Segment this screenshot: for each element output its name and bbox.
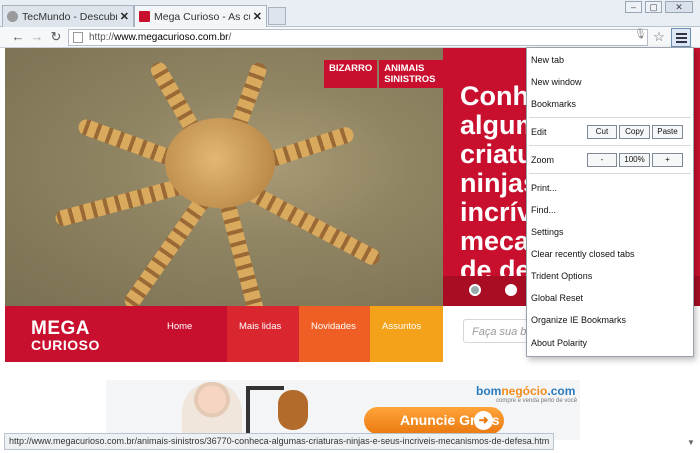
menu-zoom-label: Zoom — [531, 155, 555, 165]
menu-bar-icon — [676, 41, 687, 43]
menu-item-organize-ie-bookmarks[interactable]: Organize IE Bookmarks — [531, 313, 626, 327]
ad-brand-a: bom — [476, 384, 502, 398]
menu-item-global-reset[interactable]: Global Reset — [531, 291, 583, 305]
zoom-level: 100% — [619, 153, 650, 167]
browser-menu: New tab New window Bookmarks Edit Cut Co… — [526, 47, 694, 357]
menu-button[interactable] — [671, 28, 691, 47]
reload-icon[interactable]: ↻ — [48, 29, 64, 45]
tab-megacurioso[interactable]: Mega Curioso - As curi ✕ — [134, 5, 267, 27]
back-icon[interactable]: ← — [10, 29, 26, 45]
ad-subtitle: compre e venda perto de você — [496, 398, 578, 404]
menu-item-trident-options[interactable]: Trident Options — [531, 269, 592, 283]
menu-item-about-polarity[interactable]: About Polarity — [531, 336, 587, 350]
menu-separator — [529, 117, 691, 118]
menu-item-clear-closed-tabs[interactable]: Clear recently closed tabs — [531, 247, 635, 261]
menu-edit-label: Edit — [531, 127, 547, 137]
carousel-dot[interactable] — [505, 284, 517, 296]
menu-item-new-window[interactable]: New window — [531, 75, 582, 89]
menu-item-print[interactable]: Print... — [531, 181, 557, 195]
zoom-in-button[interactable]: + — [652, 153, 683, 167]
status-bar: http://www.megacurioso.com.br/animais-si… — [4, 433, 555, 450]
page-icon — [73, 32, 83, 43]
ad-brand-c: .com — [547, 384, 576, 398]
chevron-right-icon: ➜ — [474, 411, 493, 430]
minimize-button[interactable]: ‒ — [625, 1, 642, 13]
carousel-dot[interactable] — [469, 284, 481, 296]
address-bar[interactable]: http://www.megacurioso.com.br/ — [68, 29, 648, 46]
ad-cta-button[interactable]: Anuncie Grátis ➜ — [364, 407, 504, 434]
new-tab-button[interactable] — [268, 7, 286, 25]
menu-item-new-tab[interactable]: New tab — [531, 53, 564, 67]
octopus-body — [165, 118, 275, 208]
site-navbar: MEGA CURIOSO Home Mais lidas Novidades A… — [5, 306, 443, 362]
category-tags: BIZARRO ANIMAIS SINISTROS » — [324, 60, 443, 88]
site-logo[interactable]: MEGA CURIOSO — [5, 306, 155, 362]
url-scheme: http:// — [89, 32, 115, 43]
nav-mais-lidas[interactable]: Mais lidas — [227, 306, 299, 362]
menu-separator — [529, 173, 691, 174]
menu-item-find[interactable]: Find... — [531, 203, 556, 217]
cut-button[interactable]: Cut — [587, 125, 617, 139]
ad-brand-b: negócio — [501, 384, 548, 398]
nav-home[interactable]: Home — [155, 306, 227, 362]
megacurioso-favicon-icon — [139, 11, 150, 22]
menu-item-settings[interactable]: Settings — [531, 225, 564, 239]
tag-animais-sinistros[interactable]: ANIMAIS SINISTROS — [379, 60, 443, 88]
url-host: www.megacurioso.com.br — [114, 32, 229, 43]
menu-item-bookmarks[interactable]: Bookmarks — [531, 97, 576, 111]
tab-title: TecMundo - Descubra — [22, 10, 117, 23]
ad-person-image — [182, 382, 242, 440]
title-bar: TecMundo - Descubra ✕ Mega Curioso - As … — [0, 0, 700, 27]
close-tab-icon[interactable]: ✕ — [120, 10, 129, 23]
close-window-button[interactable]: ✕ — [665, 1, 693, 13]
forward-icon[interactable]: → — [29, 29, 45, 45]
globe-icon — [7, 11, 18, 22]
hero-image[interactable]: BIZARRO ANIMAIS SINISTROS » — [5, 48, 443, 306]
bookmark-star-icon[interactable]: ☆ — [651, 29, 667, 45]
ad-dog-image — [278, 390, 308, 430]
tab-title: Mega Curioso - As curi — [154, 10, 250, 23]
scroll-down-icon[interactable]: ▼ — [687, 438, 695, 447]
microphone-icon[interactable]: 🎙 — [634, 29, 647, 40]
nav-assuntos[interactable]: Assuntos — [370, 306, 443, 362]
maximize-button[interactable]: ▢ — [645, 1, 662, 13]
advertisement-banner[interactable]: bomnegócio.com compre e venda perto de v… — [106, 380, 580, 440]
toolbar: ← → ↻ http://www.megacurioso.com.br/ — [0, 27, 700, 48]
copy-button[interactable]: Copy — [619, 125, 650, 139]
menu-bar-icon — [676, 37, 687, 39]
close-tab-icon[interactable]: ✕ — [253, 10, 262, 23]
url-path: / — [228, 32, 232, 43]
zoom-out-button[interactable]: - — [587, 153, 617, 167]
ad-brand-logo: bomnegócio.com — [476, 384, 575, 398]
nav-novidades[interactable]: Novidades — [299, 306, 370, 362]
menu-separator — [529, 145, 691, 146]
tab-tecmundo[interactable]: TecMundo - Descubra ✕ — [2, 5, 134, 27]
logo-line2: CURIOSO — [31, 337, 100, 353]
menu-bar-icon — [676, 33, 687, 35]
paste-button[interactable]: Paste — [652, 125, 683, 139]
tag-bizarro[interactable]: BIZARRO — [324, 60, 378, 88]
